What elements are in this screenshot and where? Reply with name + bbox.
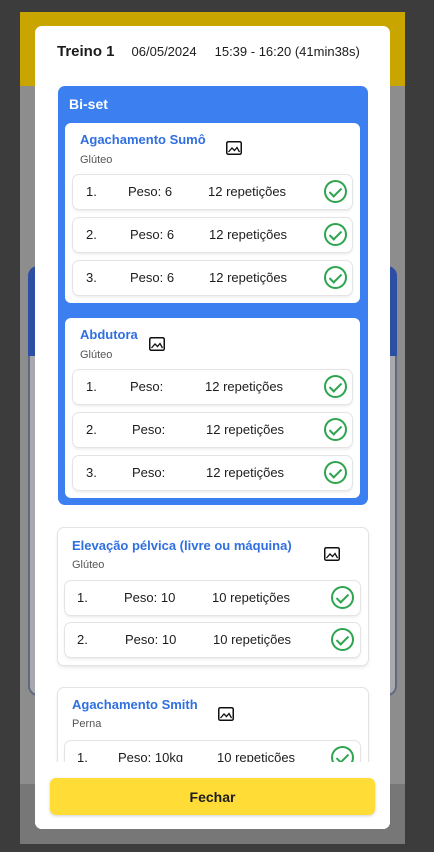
set-weight: Peso: 6: [130, 270, 175, 285]
exercise-card: Agachamento Smith Perna 1. Peso: 10kg 10…: [58, 688, 368, 762]
image-icon[interactable]: [226, 141, 242, 155]
check-circle-icon[interactable]: [324, 266, 347, 289]
set-row: 2. Peso: 10 10 repetições: [65, 623, 360, 657]
set-reps: 12 repetições: [205, 379, 284, 394]
check-circle-icon[interactable]: [324, 461, 347, 484]
set-row: 1. Peso: 12 repetições: [73, 370, 352, 404]
set-weight: Peso: 10kg: [118, 750, 184, 762]
set-number: 1.: [77, 590, 88, 605]
set-number: 1.: [77, 750, 88, 762]
biset-label: Bi-set: [69, 96, 108, 112]
exercise-name[interactable]: Agachamento Smith: [72, 697, 198, 712]
exercise-card: Abdutora Glúteo 1. Peso: 12 repetições 2…: [65, 318, 360, 498]
set-reps: 10 repetições: [213, 632, 292, 647]
set-reps: 12 repetições: [209, 227, 288, 242]
set-row: 1. Peso: 6 12 repetições: [73, 175, 352, 209]
exercise-card: Elevação pélvica (livre ou máquina) Glút…: [58, 528, 368, 665]
set-weight: Peso: 10: [125, 632, 177, 647]
exercise-name[interactable]: Agachamento Sumô: [80, 132, 206, 147]
check-circle-icon[interactable]: [324, 180, 347, 203]
set-weight: Peso:: [132, 422, 166, 437]
image-icon[interactable]: [324, 547, 340, 561]
set-row: 3. Peso: 6 12 repetições: [73, 261, 352, 295]
set-number: 2.: [86, 227, 97, 242]
workout-title: Treino 1: [57, 42, 115, 60]
set-row: 2. Peso: 12 repetições: [73, 413, 352, 447]
set-reps: 10 repetições: [217, 750, 296, 762]
set-row: 1. Peso: 10kg 10 repetições: [65, 741, 360, 762]
check-circle-icon[interactable]: [331, 586, 354, 609]
set-reps: 12 repetições: [208, 184, 287, 199]
exercise-name[interactable]: Abdutora: [80, 327, 138, 342]
image-icon[interactable]: [149, 337, 165, 351]
set-reps: 10 repetições: [212, 590, 291, 605]
modal-header: Treino 1 06/05/2024 15:39 - 16:20 (41min…: [35, 26, 390, 76]
check-circle-icon[interactable]: [331, 628, 354, 651]
set-weight: Peso:: [132, 465, 166, 480]
exercise-muscle-group: Glúteo: [72, 559, 105, 571]
set-number: 2.: [86, 422, 97, 437]
set-weight: Peso: 10: [124, 590, 176, 605]
exercise-muscle-group: Glúteo: [80, 349, 113, 361]
set-weight: Peso: 6: [128, 184, 173, 199]
exercise-muscle-group: Perna: [72, 718, 102, 730]
check-circle-icon[interactable]: [324, 223, 347, 246]
modal-footer: Fechar: [35, 762, 390, 829]
exercise-muscle-group: Glúteo: [80, 154, 113, 166]
set-row: 3. Peso: 12 repetições: [73, 456, 352, 490]
set-number: 1.: [86, 184, 97, 199]
check-circle-icon[interactable]: [331, 746, 354, 762]
exercise-card: Agachamento Sumô Glúteo 1. Peso: 6 12 re…: [65, 123, 360, 303]
set-row: 1. Peso: 10 10 repetições: [65, 581, 360, 615]
set-number: 3.: [86, 465, 97, 480]
check-circle-icon[interactable]: [324, 375, 347, 398]
set-weight: Peso:: [130, 379, 164, 394]
set-row: 2. Peso: 6 12 repetições: [73, 218, 352, 252]
exercise-list[interactable]: Bi-set Agachamento Sumô Glúteo 1. Peso: …: [35, 76, 390, 762]
workout-detail-modal: Treino 1 06/05/2024 15:39 - 16:20 (41min…: [35, 26, 390, 829]
workout-time: 15:39 - 16:20 (41min38s): [214, 43, 360, 59]
close-button[interactable]: Fechar: [50, 778, 375, 815]
set-reps: 12 repetições: [209, 270, 288, 285]
biset-block: Bi-set Agachamento Sumô Glúteo 1. Peso: …: [58, 86, 368, 505]
set-reps: 12 repetições: [206, 422, 285, 437]
set-number: 3.: [86, 270, 97, 285]
set-number: 1.: [86, 379, 97, 394]
exercise-name[interactable]: Elevação pélvica (livre ou máquina): [72, 538, 292, 553]
set-weight: Peso: 6: [130, 227, 175, 242]
workout-date: 06/05/2024: [131, 43, 197, 59]
set-number: 2.: [77, 632, 88, 647]
check-circle-icon[interactable]: [324, 418, 347, 441]
set-reps: 12 repetições: [206, 465, 285, 480]
image-icon[interactable]: [218, 707, 234, 721]
